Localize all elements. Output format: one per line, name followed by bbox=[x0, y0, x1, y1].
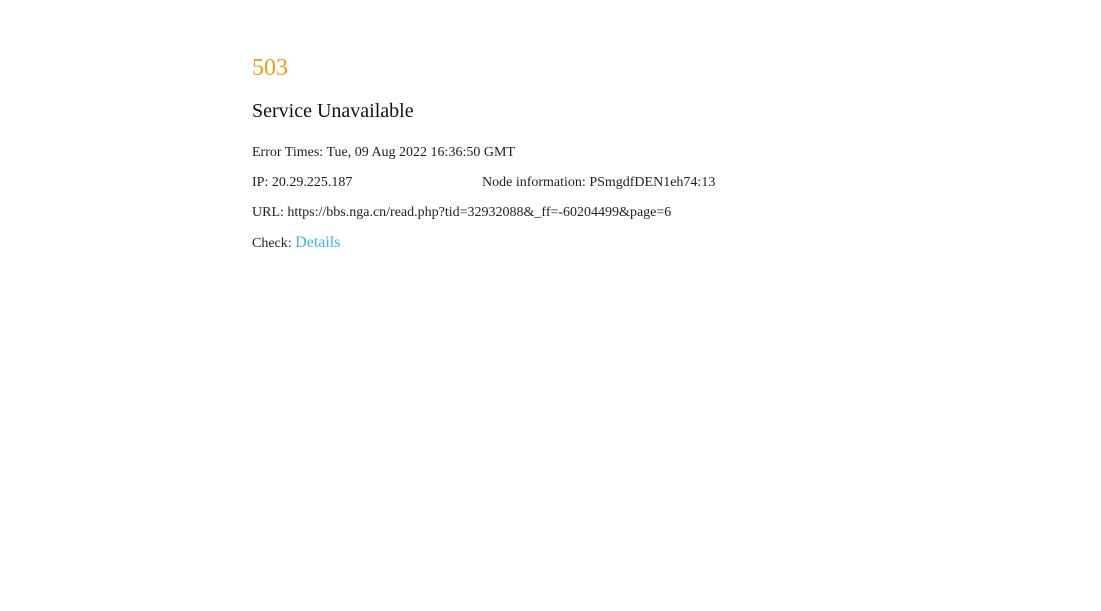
node-label: Node information: bbox=[482, 175, 586, 190]
error-times-value: Tue, 09 Aug 2022 16:36:50 GMT bbox=[326, 145, 515, 160]
url-label: URL: bbox=[252, 205, 284, 220]
error-times-row: Error Times: Tue, 09 Aug 2022 16:36:50 G… bbox=[252, 144, 1012, 162]
check-label: Check: bbox=[252, 236, 292, 251]
node-info: Node information: PSmgdfDEN1eh74:13 bbox=[482, 174, 715, 192]
ip-label: IP: bbox=[252, 175, 269, 190]
ip-value: 20.29.225.187 bbox=[271, 175, 353, 190]
url-row: URL: https://bbs.nga.cn/read.php?tid=329… bbox=[252, 204, 1012, 222]
error-title: Service Unavailable bbox=[252, 100, 414, 122]
check-row: Check: Details bbox=[252, 234, 1012, 253]
error-code: 503 bbox=[252, 55, 288, 81]
error-times-label: Error Times: bbox=[252, 145, 324, 160]
node-value: PSmgdfDEN1eh74:13 bbox=[589, 175, 716, 190]
error-page: 503 Service Unavailable Error Times: Tue… bbox=[252, 52, 1012, 253]
url-value: https://bbs.nga.cn/read.php?tid=32932088… bbox=[287, 205, 672, 220]
details-link[interactable]: Details bbox=[295, 234, 340, 251]
ip-node-row: IP: 20.29.225.187 Node information: PSmg… bbox=[252, 174, 1012, 192]
ip-info: IP: 20.29.225.187 bbox=[252, 174, 482, 192]
